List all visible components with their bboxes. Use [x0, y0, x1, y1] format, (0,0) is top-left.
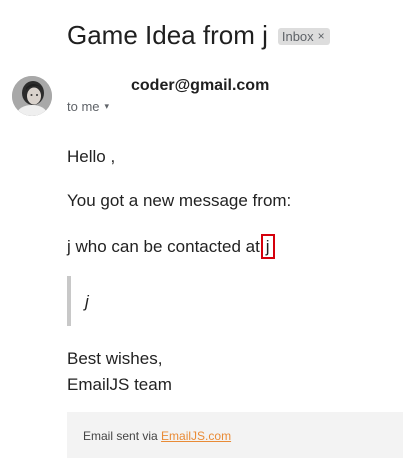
email-subject: Game Idea from j [67, 20, 268, 50]
sender-avatar[interactable] [12, 76, 52, 116]
inbox-label-chip[interactable]: Inbox × [277, 28, 330, 45]
close-icon[interactable]: × [318, 28, 325, 45]
emailjs-link[interactable]: EmailJS.com [161, 429, 231, 443]
message-line-1: You got a new message from: [67, 191, 292, 210]
greeting-text: Hello , [67, 147, 116, 166]
message-line-2: j who can be contacted at j [67, 234, 275, 259]
signoff-line-1: Best wishes, [67, 349, 163, 368]
quoted-message: j [67, 276, 267, 326]
signoff-line-2: EmailJS team [67, 375, 172, 394]
recipient-text: to me [67, 99, 100, 114]
recipient-row: to me ▾ [67, 99, 109, 114]
email-view: Game Idea from j Inbox × coder@gmail.com… [0, 0, 403, 476]
caret-down-icon[interactable]: ▾ [105, 101, 110, 112]
email-footer: Email sent via EmailJS.com [67, 412, 403, 458]
subject-row: Game Idea from j Inbox × [67, 18, 330, 52]
avatar-portrait-icon [12, 76, 52, 116]
sender-email: coder@gmail.com [131, 77, 270, 94]
contact-value: j [260, 234, 275, 259]
footer-text: Email sent via EmailJS.com [83, 429, 231, 443]
footer-prefix: Email sent via [83, 429, 158, 443]
quoted-message-text: j [85, 292, 89, 311]
inbox-label-text: Inbox [281, 29, 314, 44]
message-line-2-prefix: j who can be contacted at [67, 236, 260, 256]
